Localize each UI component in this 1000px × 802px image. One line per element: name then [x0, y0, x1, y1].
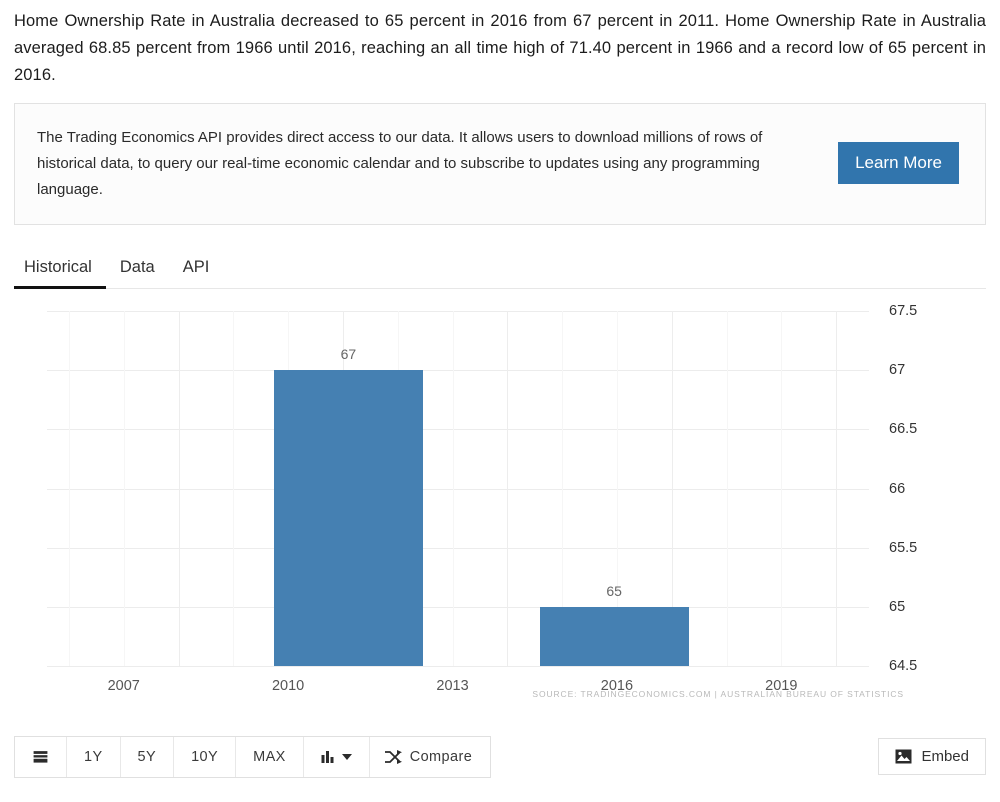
- tab-data[interactable]: Data: [106, 258, 169, 288]
- chart-source-label: SOURCE: TRADINGECONOMICS.COM | AUSTRALIA…: [532, 689, 904, 699]
- range-10y-button[interactable]: 10Y: [174, 737, 237, 777]
- gridline-vertical: [726, 311, 728, 666]
- compare-button[interactable]: Compare: [369, 737, 491, 777]
- y-axis-tick-label: 65: [889, 598, 906, 615]
- bar-value-label: 67: [340, 346, 357, 363]
- gridline-vertical: [233, 311, 235, 666]
- calendar-icon: [32, 749, 49, 766]
- api-promo-box: The Trading Economics API provides direc…: [14, 103, 986, 225]
- gridline-vertical: [507, 311, 509, 666]
- gridline-horizontal: [47, 666, 869, 667]
- gridline-horizontal: [47, 429, 869, 431]
- gridline-horizontal: [47, 488, 869, 490]
- bar-value-label: 65: [606, 582, 622, 599]
- gridline-horizontal: [47, 547, 869, 549]
- y-axis-tick-label: 67.5: [889, 303, 918, 319]
- embed-label: Embed: [921, 748, 969, 765]
- gridline-vertical: [452, 311, 454, 666]
- gridline-vertical: [836, 311, 838, 666]
- x-axis-tick-label: 2007: [107, 678, 140, 694]
- chart-type-dropdown[interactable]: [303, 737, 370, 777]
- gridline-vertical: [68, 311, 70, 666]
- compare-label: Compare: [409, 749, 473, 765]
- chart-toolbar: 1Y 5Y 10Y MAX Compare: [14, 736, 492, 778]
- y-axis-tick-label: 65.5: [889, 539, 918, 556]
- x-axis-tick-label: 2013: [436, 678, 469, 694]
- tab-historical[interactable]: Historical: [14, 258, 106, 289]
- tabs-bar: Historical Data API: [14, 247, 986, 289]
- gridline-horizontal: [47, 311, 869, 312]
- gridline-vertical: [178, 311, 180, 666]
- shuffle-icon: [384, 749, 402, 765]
- gridline-horizontal: [47, 370, 869, 372]
- x-axis-tick-label: 2010: [271, 678, 305, 694]
- y-axis-tick-label: 66.5: [889, 421, 918, 438]
- api-promo-text: The Trading Economics API provides direc…: [37, 129, 763, 198]
- learn-more-button[interactable]: Learn More: [838, 142, 959, 184]
- embed-button[interactable]: Embed: [878, 738, 986, 775]
- y-axis-tick-label: 64.5: [889, 658, 918, 674]
- image-icon: [895, 749, 912, 764]
- tab-api[interactable]: API: [169, 258, 224, 288]
- chart-panel[interactable]: 67.5 67 66.5 66 65.5 65 64.5 67 65 2007 2010 2013 20…: [14, 289, 986, 709]
- chart-bar[interactable]: [539, 606, 689, 666]
- range-1y-button[interactable]: 1Y: [67, 737, 121, 777]
- calendar-range-button[interactable]: [15, 737, 67, 777]
- gridline-horizontal: [47, 606, 869, 608]
- intro-paragraph: Home Ownership Rate in Australia decreas…: [14, 12, 986, 84]
- chevron-down-icon: [341, 753, 352, 761]
- chart-bar[interactable]: [273, 370, 423, 666]
- gridline-vertical: [123, 311, 125, 666]
- y-axis-tick-label: 67: [889, 362, 906, 379]
- range-max-button[interactable]: MAX: [236, 737, 304, 777]
- gridline-vertical: [781, 311, 783, 666]
- range-5y-button[interactable]: 5Y: [120, 737, 175, 777]
- chart-plot-area[interactable]: 67.5 67 66.5 66 65.5 65 64.5 67 65 2007 2010 2013 20…: [47, 303, 917, 694]
- bar-chart-icon: [321, 750, 336, 764]
- y-axis-tick-label: 66: [889, 480, 906, 497]
